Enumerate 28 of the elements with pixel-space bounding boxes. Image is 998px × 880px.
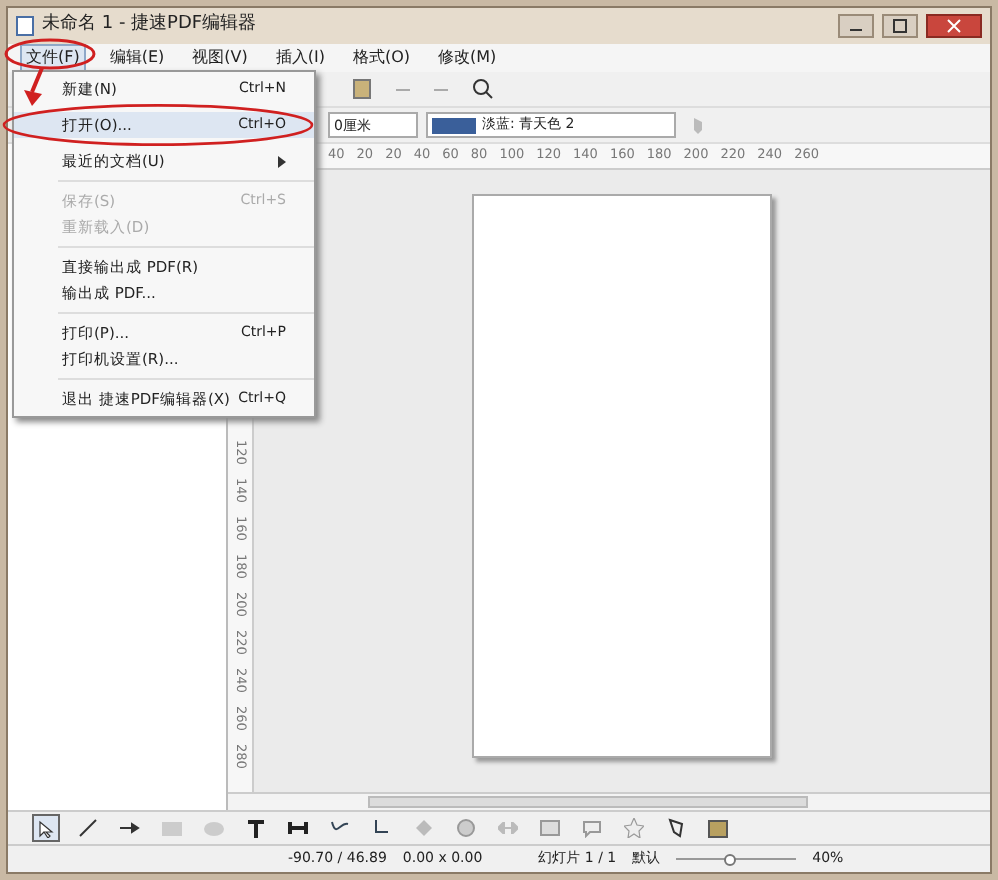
maximize-icon — [892, 18, 908, 34]
color-swatch — [432, 117, 476, 133]
scroll-thumb[interactable] — [368, 796, 808, 808]
menu-item[interactable]: 编辑(E) — [105, 46, 169, 70]
star-icon[interactable] — [620, 814, 648, 842]
zoom-icon[interactable] — [468, 75, 496, 103]
image-icon[interactable] — [704, 814, 732, 842]
pointer-icon[interactable] — [32, 814, 60, 842]
menu-item[interactable]: 格式(O) — [348, 46, 415, 70]
document-icon — [16, 16, 34, 36]
close-icon — [946, 18, 962, 34]
line-icon[interactable] — [74, 814, 102, 842]
minimize-button[interactable] — [838, 14, 874, 38]
menu-item[interactable]: 视图(V) — [188, 46, 252, 70]
close-button[interactable] — [926, 14, 982, 38]
circle-icon[interactable] — [452, 814, 480, 842]
maximize-button[interactable] — [882, 14, 918, 38]
menu-item[interactable]: 修改(M) — [434, 46, 501, 70]
paste-icon[interactable] — [348, 75, 376, 103]
zoom-thumb[interactable] — [724, 853, 737, 865]
text-icon[interactable] — [242, 814, 270, 842]
horizontal-scrollbar[interactable] — [228, 792, 990, 810]
annotation-arrow — [20, 66, 48, 108]
zoom-slider[interactable] — [676, 852, 797, 866]
submenu-arrow-icon — [278, 155, 286, 167]
menu-item[interactable]: 插入(I) — [271, 46, 329, 70]
window-title: 未命名 1 - 捷速PDF编辑器 — [42, 12, 257, 39]
annotation-ellipse — [4, 38, 96, 70]
